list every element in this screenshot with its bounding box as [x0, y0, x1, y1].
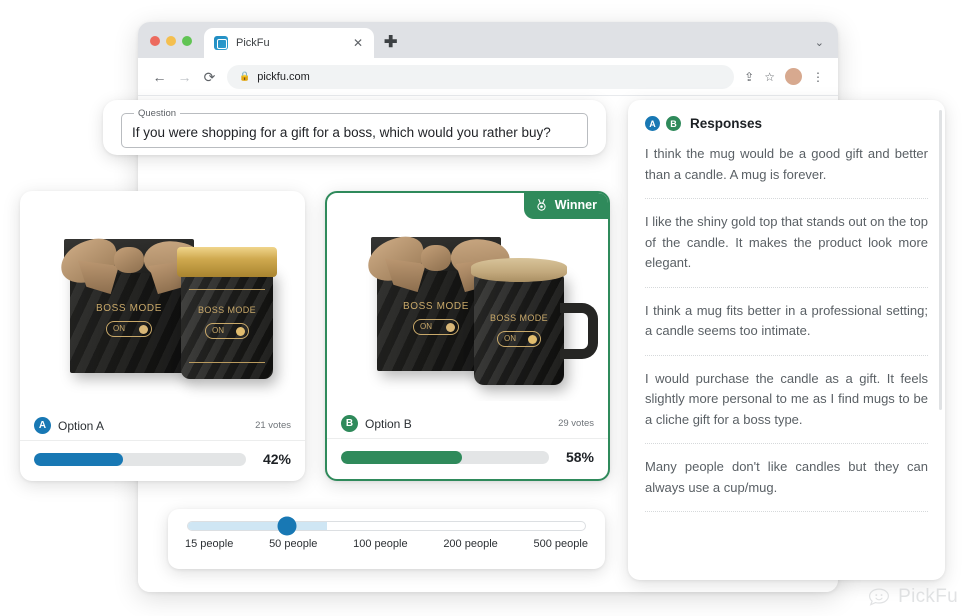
slider-tick-2[interactable]: 100 people [353, 538, 407, 550]
wooden-lid [471, 258, 567, 282]
gold-lid [177, 247, 277, 277]
share-icon[interactable]: ⇪ [744, 70, 754, 84]
mug-brand-text: BOSS MODE [489, 313, 549, 323]
overflow-menu-icon[interactable]: ⋮ [812, 70, 824, 84]
giftbox-brand-text: BOSS MODE [96, 303, 162, 314]
chevron-down-icon[interactable]: ⌄ [815, 36, 824, 49]
browser-toolbar: ← → ⟳ 🔒 pickfu.com ⇪ ☆ ⋮ [138, 58, 838, 96]
slider-tick-1[interactable]: 50 people [269, 538, 317, 550]
option-b-card[interactable]: Winner BOSS MODE ON BOSS MODE ON B Optio… [325, 191, 610, 481]
question-fieldset: Question If you were shopping for a gift… [121, 107, 588, 148]
window-maximize-button[interactable] [182, 36, 192, 46]
browser-tab-bar: PickFu ✕ ✚ ⌄ [138, 22, 838, 58]
audience-slider-fill [188, 522, 327, 530]
lock-icon: 🔒 [239, 71, 251, 81]
pickfu-watermark: PickFu [867, 586, 958, 608]
option-a-progress-fill [34, 452, 124, 466]
avatar[interactable] [785, 68, 802, 85]
option-b-progress-fill [341, 450, 462, 464]
window-traffic-lights [150, 36, 192, 58]
pickfu-smiley-bubble-icon [869, 588, 890, 606]
option-a-meta: A Option A 21 votes [20, 409, 305, 441]
option-b-progress-track [341, 450, 549, 464]
address-bar[interactable]: 🔒 pickfu.com [227, 64, 735, 89]
responses-header: A B Responses [645, 116, 928, 131]
pickfu-favicon-icon [214, 36, 228, 50]
question-input[interactable]: If you were shopping for a gift for a bo… [132, 125, 577, 140]
option-a-votes: 21 votes [255, 420, 291, 431]
bookmark-star-icon[interactable]: ☆ [764, 70, 775, 84]
responses-badge-b: B [666, 116, 681, 131]
forward-icon[interactable]: → [177, 70, 192, 84]
winner-label: Winner [554, 198, 597, 212]
tab-title: PickFu [236, 37, 270, 49]
response-item: I think the mug would be a good gift and… [645, 144, 928, 200]
jar-brand-text: BOSS MODE [197, 305, 257, 315]
giftbox-toggle-graphic: ON [413, 319, 459, 335]
new-tab-button[interactable]: ✚ [384, 32, 397, 52]
medal-icon [537, 199, 546, 211]
option-b-name: Option B [365, 416, 412, 431]
option-a-progress-track [34, 452, 246, 466]
option-a-name: Option A [58, 418, 105, 433]
option-b-meta: B Option B 29 votes [327, 407, 608, 439]
product-scene-mug: BOSS MODE ON BOSS MODE ON [337, 203, 598, 401]
mug-handle [560, 303, 598, 359]
option-b-percent: 58% [565, 449, 594, 465]
option-a-badge: A [34, 417, 51, 434]
screenshot-root: PickFu ✕ ✚ ⌄ ← → ⟳ 🔒 pickfu.com ⇪ ☆ ⋮ Qu… [0, 0, 970, 616]
option-a-result: 42% [20, 441, 305, 481]
option-b-votes: 29 votes [558, 418, 594, 429]
product-scene-candle: BOSS MODE ON BOSS MODE ON [30, 201, 295, 403]
back-icon[interactable]: ← [152, 70, 167, 84]
option-b-label-group: B Option B [341, 415, 412, 432]
window-minimize-button[interactable] [166, 36, 176, 46]
slider-tick-0[interactable]: 15 people [185, 538, 233, 550]
responses-panel: A B Responses I think the mug would be a… [628, 100, 945, 580]
jar-toggle-graphic: ON [205, 323, 249, 339]
audience-slider-ticks: 15 people 50 people 100 people 200 peopl… [183, 538, 590, 550]
slider-tick-3[interactable]: 200 people [443, 538, 497, 550]
option-b-badge: B [341, 415, 358, 432]
responses-badge-a: A [645, 116, 660, 131]
address-bar-url: pickfu.com [257, 70, 310, 83]
coffee-mug: BOSS MODE ON [471, 258, 598, 385]
response-item: I think a mug fits better in a professio… [645, 301, 928, 356]
pickfu-watermark-text: PickFu [898, 586, 958, 607]
option-a-image[interactable]: BOSS MODE ON BOSS MODE ON [30, 201, 295, 403]
response-item: I would purchase the candle as a gift. I… [645, 369, 928, 445]
responses-title: Responses [690, 116, 763, 131]
question-card: Question If you were shopping for a gift… [103, 100, 606, 155]
reload-icon[interactable]: ⟳ [202, 70, 217, 84]
option-b-image[interactable]: BOSS MODE ON BOSS MODE ON [337, 203, 598, 401]
browser-tab-pickfu[interactable]: PickFu ✕ [204, 28, 374, 58]
option-a-label-group: A Option A [34, 417, 104, 434]
giftbox-toggle-graphic: ON [106, 321, 152, 337]
mug-toggle-graphic: ON [497, 331, 541, 347]
close-icon[interactable]: ✕ [350, 35, 366, 51]
audience-size-card: 15 people 50 people 100 people 200 peopl… [168, 509, 605, 569]
audience-slider[interactable] [187, 516, 586, 536]
responses-scrollbar[interactable] [939, 110, 942, 410]
response-item: Many people don't like candles but they … [645, 457, 928, 513]
option-a-card[interactable]: BOSS MODE ON BOSS MODE ON A Option A 21 … [20, 191, 305, 481]
option-a-percent: 42% [262, 451, 291, 467]
window-close-button[interactable] [150, 36, 160, 46]
response-item: I like the shiny gold top that stands ou… [645, 212, 928, 288]
winner-badge: Winner [523, 193, 608, 219]
candle-jar: BOSS MODE ON [177, 247, 277, 379]
option-b-result: 58% [327, 439, 608, 479]
audience-slider-thumb[interactable] [277, 516, 297, 536]
question-label: Question [138, 107, 177, 119]
slider-tick-4[interactable]: 500 people [534, 538, 588, 550]
